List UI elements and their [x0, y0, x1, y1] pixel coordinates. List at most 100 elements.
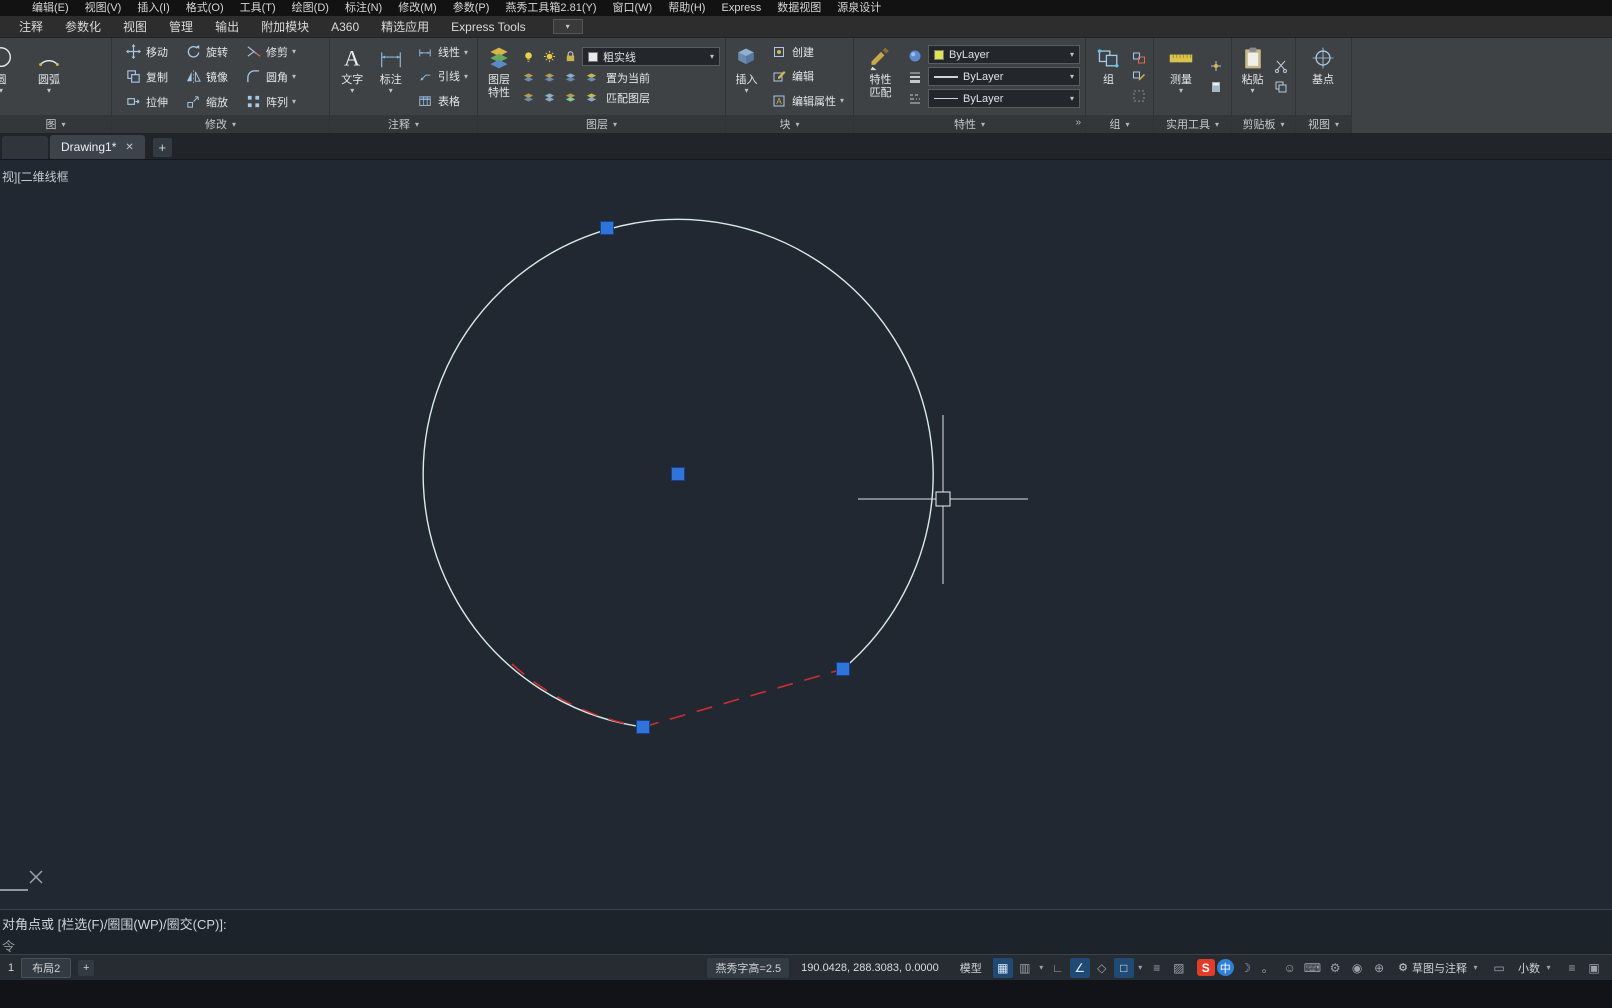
panel-label-annotate[interactable]: 注释 ▾: [330, 115, 477, 133]
text-button[interactable]: A 文字 ▾: [335, 40, 369, 113]
snap-icon[interactable]: ▥: [1015, 958, 1035, 978]
create-block-button[interactable]: 创建: [766, 40, 848, 64]
tab-view[interactable]: 视图: [112, 16, 158, 37]
table-button[interactable]: 表格: [412, 89, 472, 113]
ribbon-display-options-button[interactable]: ▾: [552, 19, 583, 34]
file-tab-partial[interactable]: [2, 136, 48, 159]
draw-circle-button[interactable]: 圆 ▾: [0, 40, 23, 113]
panel-label-properties[interactable]: 特性 ▾ »: [854, 115, 1085, 133]
menu-modify[interactable]: 修改(M): [390, 0, 445, 16]
viewport-controls[interactable]: 视][二维线框: [2, 168, 69, 185]
sogou-ime-icon[interactable]: S: [1196, 959, 1215, 976]
menu-window[interactable]: 窗口(W): [604, 0, 660, 16]
layer-unisolate-icon[interactable]: [519, 89, 537, 106]
match-properties-button[interactable]: 特性 匹配: [859, 40, 902, 113]
menu-help[interactable]: 帮助(H): [660, 0, 713, 16]
lineweight-dropdown[interactable]: ByLayer ▾: [928, 67, 1080, 86]
clean-screen-icon[interactable]: ▣: [1584, 958, 1604, 978]
new-drawing-tab-button[interactable]: +: [152, 138, 172, 157]
layer-walk-icon[interactable]: [540, 89, 558, 106]
panel-label-utilities[interactable]: 实用工具 ▾: [1154, 115, 1231, 133]
panel-label-draw[interactable]: 图 ▾: [0, 115, 111, 133]
copy-clip-icon[interactable]: [1272, 79, 1290, 96]
units-selector[interactable]: 小数 ▾: [1511, 960, 1560, 976]
tab-output[interactable]: 输出: [204, 16, 250, 37]
move-button[interactable]: 移动: [117, 39, 175, 64]
base-point-button[interactable]: 基点: [1301, 40, 1345, 113]
coordinates-display[interactable]: 190.0428, 288.3083, 0.0000: [791, 960, 949, 976]
model-space-button[interactable]: 模型: [951, 958, 991, 978]
tab-addins[interactable]: 附加模块: [250, 16, 320, 37]
menu-draw[interactable]: 绘图(D): [284, 0, 337, 16]
panel-label-clipboard[interactable]: 剪贴板 ▾: [1232, 115, 1295, 133]
fillet-button[interactable]: 圆角 ▾: [237, 64, 303, 89]
paste-button[interactable]: 粘贴 ▾: [1237, 40, 1268, 113]
tab-express-tools[interactable]: Express Tools: [440, 18, 536, 36]
customization-menu-icon[interactable]: ≡: [1562, 958, 1582, 978]
panel-label-view[interactable]: 视图 ▾: [1296, 115, 1351, 133]
grip-midpoint[interactable]: [600, 221, 614, 235]
group-selection-toggle-icon[interactable]: [1130, 87, 1148, 104]
leader-button[interactable]: 引线 ▾: [412, 64, 472, 88]
tab-manage[interactable]: 管理: [158, 16, 204, 37]
set-current-layer-button[interactable]: 置为当前: [603, 70, 650, 86]
tab-a360[interactable]: A360: [320, 18, 370, 36]
ortho-icon[interactable]: ∟: [1048, 958, 1068, 978]
menu-tools[interactable]: 工具(T): [232, 0, 284, 16]
panel-label-group[interactable]: 组 ▾: [1086, 115, 1153, 133]
command-line-area[interactable]: 对角点或 [栏选(F)/圈围(WP)/圈交(CP)]: 令: [0, 909, 1612, 954]
menu-view[interactable]: 视图(V): [77, 0, 130, 16]
command-prompt[interactable]: 对角点或 [栏选(F)/圈围(WP)/圈交(CP)]:: [2, 914, 1604, 933]
linetype-icon[interactable]: [906, 89, 924, 106]
grip-center[interactable]: [671, 467, 685, 481]
group-edit-icon[interactable]: [1130, 68, 1148, 85]
measure-button[interactable]: 测量 ▾: [1159, 40, 1203, 113]
layer-dropdown[interactable]: 粗实线 ▾: [582, 47, 720, 66]
group-button[interactable]: 组: [1091, 40, 1126, 113]
model-space-canvas[interactable]: 视][二维线框: [0, 160, 1612, 909]
ime-punctuation-icon[interactable]: 。: [1258, 958, 1278, 978]
array-button[interactable]: 阵列 ▾: [237, 89, 303, 114]
osnap-dropdown-icon[interactable]: ▾: [1136, 963, 1145, 972]
layer-lock-icon[interactable]: [561, 48, 579, 65]
object-color-icon[interactable]: [906, 47, 924, 64]
layer-off-icon[interactable]: [519, 69, 537, 86]
id-point-icon[interactable]: [1207, 58, 1225, 75]
ime-emoji-icon[interactable]: ☺: [1280, 958, 1300, 978]
snap-dropdown-icon[interactable]: ▾: [1037, 963, 1046, 972]
draw-arc-button[interactable]: 圆弧 ▾: [27, 40, 71, 113]
layer-isolate-icon[interactable]: [540, 69, 558, 86]
stretch-button[interactable]: 拉伸: [117, 89, 175, 114]
menu-dimension[interactable]: 标注(N): [337, 0, 390, 16]
dimension-button[interactable]: 标注 ▾: [373, 40, 407, 113]
ime-keyboard-icon[interactable]: ⌨: [1302, 958, 1323, 978]
layout2-tab[interactable]: 布局2: [21, 957, 72, 978]
insert-block-button[interactable]: 插入 ▾: [731, 40, 762, 113]
menu-dataview[interactable]: 数据视图: [769, 0, 829, 16]
layer-thaw-icon[interactable]: [540, 48, 558, 65]
drawing-svg[interactable]: [0, 160, 1612, 909]
layer-freeze-icon[interactable]: [561, 69, 579, 86]
layer-lock-toggle-icon[interactable]: [582, 69, 600, 86]
panel-label-block[interactable]: 块 ▾: [726, 115, 853, 133]
close-tab-icon[interactable]: ✕: [125, 142, 133, 153]
menu-parametric[interactable]: 参数(P): [445, 0, 498, 16]
panel-label-modify[interactable]: 修改 ▾: [112, 115, 329, 133]
annotation-visibility-icon[interactable]: ◉: [1347, 958, 1367, 978]
grip-endpoint-bottom[interactable]: [636, 720, 650, 734]
cut-icon[interactable]: [1272, 58, 1290, 75]
mirror-button[interactable]: 镜像: [177, 64, 235, 89]
polar-tracking-icon[interactable]: ∠: [1069, 957, 1090, 978]
match-layer-button[interactable]: 匹配图层: [603, 90, 650, 106]
menu-edit[interactable]: 编辑(E): [24, 0, 77, 16]
edit-block-button[interactable]: 编辑: [766, 64, 848, 88]
layer-properties-button[interactable]: 图层 特性: [483, 40, 515, 113]
menu-format[interactable]: 格式(O): [178, 0, 232, 16]
tab-annotate[interactable]: 注释: [8, 16, 54, 37]
isodraft-icon[interactable]: ◇: [1092, 958, 1112, 978]
layer-on-icon[interactable]: [519, 48, 537, 65]
grip-endpoint-right[interactable]: [836, 662, 850, 676]
new-layout-button[interactable]: +: [78, 959, 95, 976]
lineweight-icon[interactable]: [906, 68, 924, 85]
linear-dimension-button[interactable]: 线性 ▾: [412, 40, 472, 64]
